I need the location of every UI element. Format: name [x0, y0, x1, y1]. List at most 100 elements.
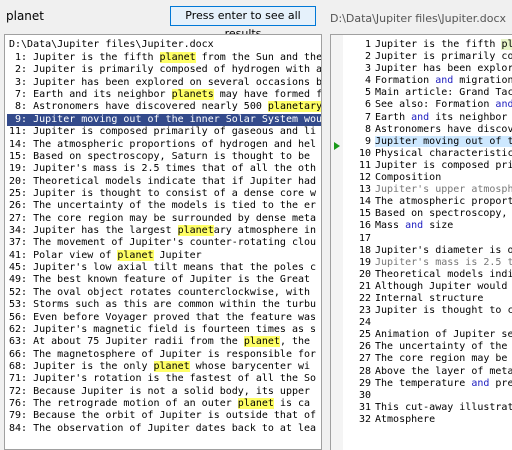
result-text: At about 75 Jupiter radii from the — [33, 336, 244, 348]
document-line-current[interactable]: 9 Jupiter moving out of th — [343, 135, 512, 148]
document-line[interactable]: 6 See also: Formation and — [343, 99, 512, 111]
document-line[interactable]: 32 Atmosphere — [343, 414, 512, 426]
result-row[interactable]: 71: Jupiter's rotation is the fastest of… — [9, 373, 321, 385]
text-segment: This cut-away illustrate — [375, 401, 512, 413]
result-line-number: 76: — [9, 398, 34, 410]
result-row[interactable]: 62: Jupiter's magnetic field is fourteen… — [9, 324, 321, 336]
result-row[interactable]: 19: Jupiter's mass is 2.5 times that of … — [9, 163, 321, 175]
document-line[interactable]: 21 Although Jupiter would n — [343, 281, 512, 293]
document-line[interactable]: 13 Jupiter's upper atmosph — [343, 184, 512, 196]
document-line-number: 16 — [358, 220, 371, 232]
document-line[interactable]: 2 Jupiter is primarily co — [343, 51, 512, 63]
result-row[interactable]: 76: The retrograde motion of an outer pl… — [9, 398, 321, 410]
result-text: The magnetosphere of Jupiter is responsi… — [33, 348, 317, 360]
result-row[interactable]: 49: The best known feature of Jupiter is… — [9, 274, 321, 286]
document-line-text: Internal structure — [375, 293, 483, 304]
document-line[interactable]: 1 Jupiter is the fifth pla — [343, 39, 512, 51]
result-row[interactable]: 26: The uncertainty of the models is tie… — [9, 200, 321, 212]
result-row[interactable]: 1: Jupiter is the fifth planet from the … — [9, 52, 321, 64]
result-row[interactable]: 7: Earth and its neighbor planets may ha… — [9, 89, 321, 101]
result-row[interactable]: 11: Jupiter is composed primarily of gas… — [9, 126, 321, 138]
document-preview-panel[interactable]: 1 Jupiter is the fifth pla 2 Jupiter is pri… — [330, 34, 512, 450]
match-highlight: planet — [159, 52, 196, 63]
document-line[interactable]: 25 Animation of Jupiter sec — [343, 329, 512, 341]
result-text: The core region may be surrounded by den… — [33, 212, 317, 224]
document-line[interactable]: 24 — [343, 317, 512, 329]
document-line[interactable]: 27 The core region may be s — [343, 353, 512, 365]
document-line[interactable]: 30 — [343, 390, 512, 402]
document-line[interactable]: 26 The uncertainty of the m — [343, 341, 512, 353]
document-line-text: Jupiter's upper atmosph — [375, 184, 512, 195]
search-results-panel[interactable]: D:\Data\Jupiter files\Jupiter.docx 1: Ju… — [4, 34, 322, 450]
document-line[interactable]: 16 Mass and size — [343, 220, 512, 232]
document-line-number: 7 — [364, 111, 371, 123]
text-segment: Animation of Jupiter sec — [375, 329, 512, 341]
document-line[interactable]: 3 Jupiter has been explore — [343, 63, 512, 75]
document-line[interactable]: 4 Formation and migration — [343, 75, 512, 87]
result-row[interactable]: 14: The atmospheric proportions of hydro… — [9, 139, 321, 151]
result-row[interactable]: 2: Jupiter is primarily composed of hydr… — [9, 64, 321, 76]
search-input[interactable] — [6, 7, 156, 25]
result-row[interactable]: 52: The oval object rotates counterclock… — [9, 287, 321, 299]
text-segment: Main article: Grand Tack — [375, 87, 512, 99]
document-line[interactable]: 18 Jupiter's diameter is on — [343, 245, 512, 257]
document-line[interactable]: 31 This cut-away illustrate — [343, 402, 512, 414]
result-row[interactable]: 84: The observation of Jupiter dates bac… — [9, 423, 321, 435]
result-line-number: 84: — [9, 422, 34, 434]
document-line[interactable]: 20 Theoretical models indic — [343, 269, 512, 281]
document-line[interactable]: 29 The temperature and pres — [343, 378, 512, 390]
text-segment: Jupiter's mass is 2.5 ti — [375, 256, 512, 268]
keyword-text: and — [435, 75, 454, 87]
result-row[interactable]: 27: The core region may be surrounded by… — [9, 213, 321, 225]
result-row[interactable]: 72: Because Jupiter is not a solid body,… — [9, 386, 321, 398]
result-row[interactable]: 37: The movement of Jupiter's counter-ro… — [9, 237, 321, 249]
document-line-number: 14 — [358, 196, 371, 208]
result-row[interactable]: 63: At about 75 Jupiter radii from the p… — [9, 336, 321, 348]
result-text: Jupiter's mass is 2.5 times that of all … — [33, 163, 317, 175]
document-line[interactable]: 5 Main article: Grand Tack — [343, 87, 512, 99]
document-line-text: Formation and migration — [375, 75, 512, 86]
result-line-number: 56: — [9, 311, 34, 323]
result-row[interactable]: 66: The magnetosphere of Jupiter is resp… — [9, 349, 321, 361]
result-row[interactable]: 34: Jupiter has the largest planetary at… — [9, 225, 321, 237]
result-row[interactable]: 56: Even before Voyager proved that the … — [9, 312, 321, 324]
document-line[interactable]: 23 Jupiter is thought to co — [343, 305, 512, 317]
result-text: The atmospheric proportions of hydrogen … — [33, 138, 317, 150]
document-line-number: 29 — [358, 377, 371, 389]
result-row[interactable]: 20: Theoretical models indicate that if … — [9, 176, 321, 188]
result-row-selected[interactable]: 9: Jupiter moving out of the inner Solar… — [7, 113, 321, 127]
result-row[interactable]: 25: Jupiter is thought to consist of a d… — [9, 188, 321, 200]
document-line[interactable]: 15 Based on spectroscopy, S — [343, 208, 512, 220]
document-line[interactable]: 19 Jupiter's mass is 2.5 ti — [343, 257, 512, 269]
document-line-number: 13 — [358, 184, 371, 196]
document-line[interactable]: 10 Physical characteristics — [343, 148, 512, 160]
document-line-number: 3 — [364, 63, 371, 75]
document-line[interactable]: 7 Earth and its neighbor p — [343, 112, 512, 124]
result-row[interactable]: 68: Jupiter is the only planet whose bar… — [9, 360, 321, 373]
text-segment: Internal structure — [375, 292, 484, 304]
result-row[interactable]: 79: Because the orbit of Jupiter is outs… — [9, 410, 321, 422]
document-line[interactable]: 28 Above the layer of metal — [343, 366, 512, 378]
result-row[interactable]: 41: Polar view of planet Jupiter — [9, 249, 321, 262]
document-line-text: Jupiter is thought to co — [375, 305, 512, 316]
document-line[interactable]: 12 Composition — [343, 172, 512, 184]
result-text: may have formed f — [213, 89, 321, 101]
result-row[interactable]: 15: Based on spectroscopy, Saturn is tho… — [9, 151, 321, 163]
document-line[interactable]: 22 Internal structure — [343, 293, 512, 305]
result-row[interactable]: 53: Storms such as this are common withi… — [9, 299, 321, 311]
document-line[interactable]: 14 The atmospheric proporti — [343, 196, 512, 208]
document-line-number: 4 — [364, 75, 371, 87]
result-row[interactable]: 3: Jupiter has been explored on several … — [9, 77, 321, 89]
document-line[interactable]: 8 Astronomers have discove — [343, 124, 512, 136]
result-row[interactable]: 45: Jupiter's low axial tilt means that … — [9, 262, 321, 274]
result-text: Based on spectroscopy, Saturn is thought… — [33, 150, 311, 162]
see-all-results-button[interactable]: Press enter to see all results — [170, 6, 316, 40]
text-segment: Composition — [375, 172, 442, 184]
result-row[interactable]: 8: Astronomers have discovered nearly 50… — [9, 101, 321, 113]
results-list: 1: Jupiter is the fifth planet from the … — [7, 52, 321, 435]
text-segment: Jupiter is the fifth — [375, 39, 502, 50]
result-line-number: 37: — [9, 237, 34, 249]
result-text: , the — [279, 336, 311, 348]
document-line[interactable]: 11 Jupiter is composed prim — [343, 160, 512, 172]
document-line[interactable]: 17 — [343, 233, 512, 245]
